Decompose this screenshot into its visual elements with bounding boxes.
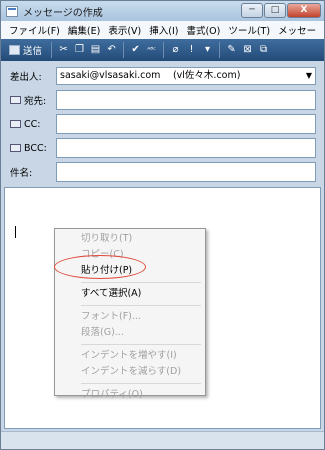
subject-label: 件名: (10, 168, 33, 179)
menu-item-decrease-indent[interactable]: インデントを減らす(D) (57, 364, 203, 380)
close-button[interactable]: X (287, 3, 321, 18)
subject-row: 件名: (4, 162, 321, 182)
attach-icon[interactable]: ⌀ (169, 43, 182, 57)
menu-separator (81, 344, 201, 345)
to-button[interactable]: 宛先: (10, 93, 46, 107)
undo-icon[interactable]: ↶ (105, 43, 118, 57)
menu-item-paragraph[interactable]: 段落(G)... (57, 325, 203, 341)
check-names-icon[interactable]: ✔ (129, 43, 142, 57)
menu-bar: ファイル(F) 編集(E) 表示(V) 挿入(I) 書式(O) ツール(T) メ… (1, 21, 324, 39)
menu-edit[interactable]: 編集(E) (64, 23, 104, 37)
cc-row: CC: (4, 114, 321, 134)
from-select[interactable]: sasaki@vlsasaki.com (vl佐々木.com) ▼ (56, 67, 316, 85)
menu-message[interactable]: メッセー (274, 23, 320, 37)
menu-separator (81, 282, 201, 283)
menu-item-font[interactable]: フォント(F)... (57, 309, 203, 325)
address-book-icon (10, 96, 21, 104)
bcc-button[interactable]: BCC: (10, 143, 47, 154)
sign-icon[interactable]: ✎ (225, 43, 238, 57)
spelling-icon[interactable]: ᴬᴮᶜ (145, 43, 158, 57)
from-label: 差出人: (10, 72, 42, 83)
to-label: 宛先: (24, 96, 47, 107)
menu-tools[interactable]: ツール(T) (224, 23, 274, 37)
resize-grip-icon[interactable] (307, 434, 321, 446)
subject-field[interactable] (56, 162, 316, 182)
copy-icon[interactable]: ❐ (73, 43, 86, 57)
toolbar-separator (123, 42, 125, 58)
paste-highlight-annotation (54, 255, 146, 279)
cc-label: CC: (24, 118, 41, 130)
toolbar: 送信 ✂ ❐ ▤ ↶ ✔ ᴬᴮᶜ ⌀ ! ▾ ✎ ⊠ ⧉ (1, 39, 324, 61)
menu-item-increase-indent[interactable]: インデントを増やす(I) (57, 348, 203, 364)
window-title: メッセージの作成 (23, 7, 103, 19)
send-button[interactable]: 送信 (5, 43, 46, 57)
to-row: 宛先: (4, 90, 321, 110)
send-label: 送信 (23, 46, 43, 57)
bcc-label: BCC: (24, 142, 47, 154)
toolbar-separator (219, 42, 221, 58)
text-cursor (15, 226, 16, 238)
menu-item-cut[interactable]: 切り取り(T) (57, 231, 203, 247)
address-book-icon (10, 120, 21, 128)
from-row: 差出人: sasaki@vlsasaki.com (vl佐々木.com) ▼ (4, 66, 321, 86)
menu-separator (81, 305, 201, 306)
minimize-button[interactable]: ─ (241, 3, 263, 18)
title-bar[interactable]: メッセージの作成 ─ □ X (1, 1, 324, 21)
menu-view[interactable]: 表示(V) (104, 23, 145, 37)
cc-button[interactable]: CC: (10, 119, 40, 130)
window-controls: ─ □ X (241, 3, 321, 18)
maximize-button[interactable]: □ (264, 3, 286, 18)
priority-icon[interactable]: ! (185, 43, 198, 57)
toolbar-separator (163, 42, 165, 58)
toolbar-separator (51, 42, 53, 58)
menu-format[interactable]: 書式(O) (182, 23, 224, 37)
message-header: 差出人: sasaki@vlsasaki.com (vl佐々木.com) ▼ 宛… (4, 63, 321, 185)
to-field[interactable] (56, 90, 316, 110)
menu-item-properties[interactable]: プロパティ(O) (57, 387, 203, 403)
bcc-row: BCC: (4, 138, 321, 158)
menu-separator (81, 383, 201, 384)
from-value: sasaki@vlsasaki.com (vl佐々木.com) (60, 70, 241, 81)
cc-field[interactable] (56, 114, 316, 134)
context-menu: 切り取り(T) コピー(C) 貼り付け(P) すべて選択(A) フォント(F).… (54, 228, 206, 400)
menu-file[interactable]: ファイル(F) (5, 23, 64, 37)
cut-icon[interactable]: ✂ (57, 43, 70, 57)
offline-icon[interactable]: ⧉ (257, 43, 270, 57)
paste-icon[interactable]: ▤ (89, 43, 102, 57)
menu-insert[interactable]: 挿入(I) (145, 23, 182, 37)
status-bar (1, 431, 324, 449)
bcc-field[interactable] (56, 138, 316, 158)
address-book-icon (10, 144, 21, 152)
menu-item-select-all[interactable]: すべて選択(A) (57, 286, 203, 302)
send-icon (9, 45, 20, 55)
encrypt-icon[interactable]: ⊠ (241, 43, 254, 57)
dropdown-icon[interactable]: ▾ (201, 43, 214, 57)
chevron-down-icon[interactable]: ▼ (306, 68, 312, 84)
mail-icon (6, 5, 18, 17)
